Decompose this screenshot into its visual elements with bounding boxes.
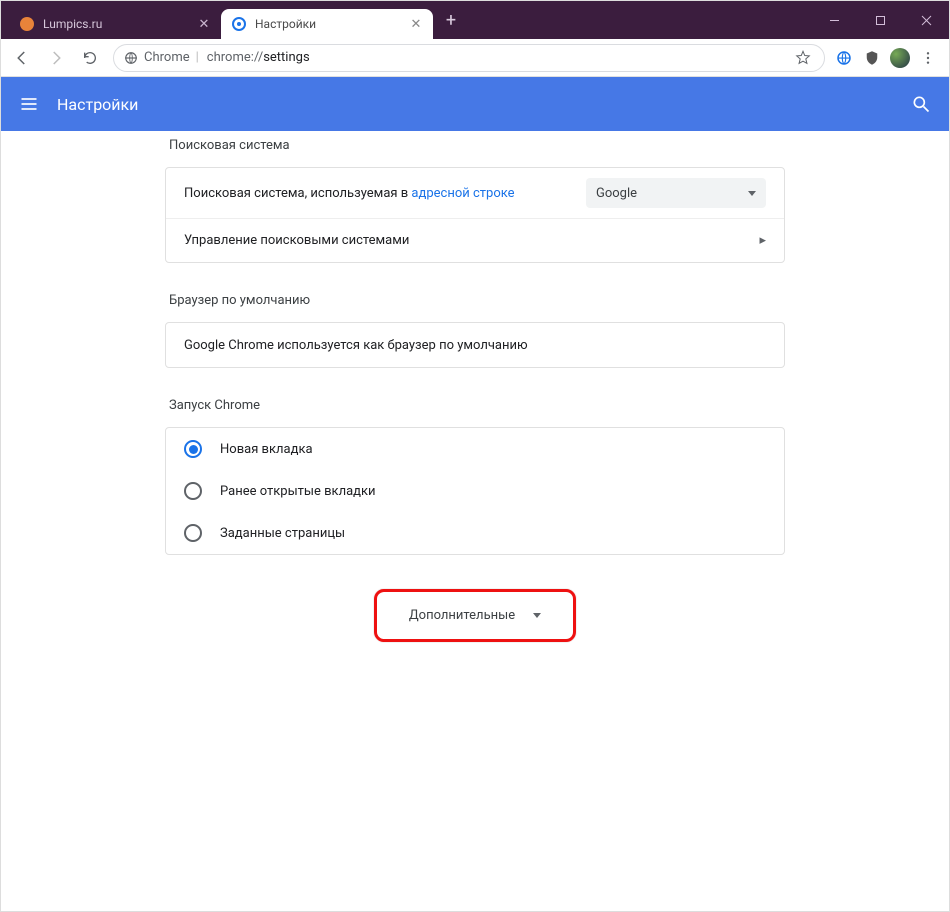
tab-strip: Lumpics.ru ✕ Настройки ✕ + bbox=[1, 1, 811, 39]
row-manage-search-engines[interactable]: Управление поисковыми системами ▸ bbox=[166, 218, 784, 262]
advanced-button[interactable]: Дополнительные bbox=[387, 598, 563, 633]
default-browser-card: Google Chrome используется как браузер п… bbox=[165, 322, 785, 368]
close-window-button[interactable] bbox=[903, 1, 949, 39]
radio-icon[interactable] bbox=[184, 482, 202, 500]
content-area: Размер шрифта Средний (рекомендуется) На… bbox=[1, 131, 949, 911]
browser-window: Lumpics.ru ✕ Настройки ✕ + Chr bbox=[0, 0, 950, 912]
close-icon[interactable]: ✕ bbox=[197, 17, 211, 31]
radio-label: Новая вкладка bbox=[220, 442, 313, 457]
scroll-container[interactable]: Размер шрифта Средний (рекомендуется) На… bbox=[1, 131, 949, 911]
window-controls bbox=[811, 1, 949, 39]
select-search-engine[interactable]: Google bbox=[586, 178, 766, 208]
back-button[interactable] bbox=[7, 43, 37, 73]
settings-header: Настройки bbox=[1, 77, 949, 131]
search-icon[interactable] bbox=[911, 94, 931, 114]
label: Поисковая система, используемая в адресн… bbox=[184, 186, 586, 201]
section-search-engine-title: Поисковая система bbox=[169, 138, 785, 153]
maximize-button[interactable] bbox=[857, 1, 903, 39]
radio-specific-pages[interactable]: Заданные страницы bbox=[166, 512, 784, 554]
extensions bbox=[833, 47, 943, 69]
link-address-bar[interactable]: адресной строке bbox=[411, 186, 514, 201]
omnibox-url: chrome://settings bbox=[207, 50, 310, 65]
omnibox-chip: Chrome bbox=[144, 50, 190, 65]
radio-continue[interactable]: Ранее открытые вкладки bbox=[166, 470, 784, 512]
label: Google Chrome используется как браузер п… bbox=[184, 338, 766, 353]
favicon-lumpics bbox=[19, 16, 35, 32]
separator: | bbox=[196, 50, 199, 65]
advanced-section: Дополнительные bbox=[165, 589, 785, 642]
section-default-browser-title: Браузер по умолчанию bbox=[169, 293, 785, 308]
tab-title: Настройки bbox=[255, 17, 401, 31]
row-default-browser: Google Chrome используется как браузер п… bbox=[166, 323, 784, 367]
chevron-down-icon bbox=[533, 613, 541, 618]
forward-button[interactable] bbox=[41, 43, 71, 73]
extension-globe-icon[interactable] bbox=[833, 47, 855, 69]
site-info[interactable]: Chrome | bbox=[124, 50, 199, 65]
toolbar: Chrome | chrome://settings bbox=[1, 39, 949, 77]
titlebar: Lumpics.ru ✕ Настройки ✕ + bbox=[1, 1, 949, 39]
select-value: Google bbox=[596, 186, 637, 201]
row-search-engine-used[interactable]: Поисковая система, используемая в адресн… bbox=[166, 168, 784, 218]
star-icon[interactable] bbox=[792, 47, 814, 69]
favicon-settings bbox=[231, 16, 247, 32]
new-tab-button[interactable]: + bbox=[437, 10, 465, 31]
omnibox[interactable]: Chrome | chrome://settings bbox=[113, 44, 825, 72]
radio-icon[interactable] bbox=[184, 524, 202, 542]
chevron-down-icon bbox=[748, 191, 756, 196]
tab-settings[interactable]: Настройки ✕ bbox=[221, 9, 433, 39]
on-startup-card: Новая вкладка Ранее открытые вкладки Зад… bbox=[165, 427, 785, 555]
page-title: Настройки bbox=[57, 95, 893, 114]
tab-title: Lumpics.ru bbox=[43, 17, 189, 31]
annotation-highlight: Дополнительные bbox=[374, 589, 576, 642]
tab-lumpics[interactable]: Lumpics.ru ✕ bbox=[9, 9, 221, 39]
chevron-right-icon: ▸ bbox=[759, 233, 766, 248]
advanced-label: Дополнительные bbox=[409, 608, 515, 623]
section-on-startup-title: Запуск Chrome bbox=[169, 398, 785, 413]
menu-button[interactable] bbox=[917, 47, 939, 69]
reload-button[interactable] bbox=[75, 43, 105, 73]
close-icon[interactable]: ✕ bbox=[409, 17, 423, 31]
search-engine-card: Поисковая система, используемая в адресн… bbox=[165, 167, 785, 263]
radio-new-tab[interactable]: Новая вкладка bbox=[166, 428, 784, 470]
radio-icon[interactable] bbox=[184, 440, 202, 458]
profile-avatar[interactable] bbox=[889, 47, 911, 69]
menu-icon[interactable] bbox=[19, 94, 39, 114]
radio-label: Ранее открытые вкладки bbox=[220, 484, 376, 499]
extension-shield-icon[interactable] bbox=[861, 47, 883, 69]
label: Управление поисковыми системами bbox=[184, 233, 759, 248]
minimize-button[interactable] bbox=[811, 1, 857, 39]
radio-label: Заданные страницы bbox=[220, 526, 345, 541]
